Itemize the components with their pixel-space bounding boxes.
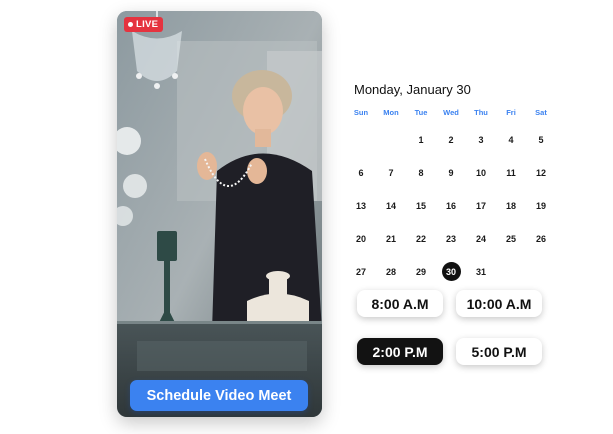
calendar-day-number: 6 xyxy=(358,167,364,178)
calendar-day[interactable]: 8 xyxy=(406,156,436,189)
calendar-day[interactable]: 3 xyxy=(466,123,496,156)
weekday-label: Thu xyxy=(474,108,488,117)
calendar-day[interactable]: 17 xyxy=(466,189,496,222)
calendar-day-number: 13 xyxy=(355,200,366,211)
weekday-label: Tue xyxy=(414,108,428,117)
calendar-day[interactable]: 5 xyxy=(526,123,556,156)
calendar-day-number: 12 xyxy=(535,167,546,178)
calendar-day-number: 24 xyxy=(475,233,486,244)
calendar-day-number: 3 xyxy=(478,134,484,145)
calendar-day[interactable]: 16 xyxy=(436,189,466,222)
calendar-day[interactable]: 6 xyxy=(346,156,376,189)
calendar-day[interactable]: 25 xyxy=(496,222,526,255)
calendar-day-number: 19 xyxy=(535,200,546,211)
calendar-empty-cell xyxy=(376,123,406,156)
calendar-day-number: 31 xyxy=(475,266,486,277)
calendar-day[interactable]: 26 xyxy=(526,222,556,255)
calendar-day[interactable]: 9 xyxy=(436,156,466,189)
time-slot-button[interactable]: 2:00 P.M xyxy=(357,338,443,365)
calendar-day[interactable]: 23 xyxy=(436,222,466,255)
live-label: LIVE xyxy=(136,19,159,30)
weekday-label: Wed xyxy=(443,108,459,117)
calendar-day[interactable]: 29 xyxy=(406,255,436,288)
calendar-day[interactable]: 11 xyxy=(496,156,526,189)
weekday-header: Sun Mon Tue Wed Thu Fri Sat xyxy=(346,108,556,117)
calendar-day-number: 7 xyxy=(388,167,394,178)
calendar-day[interactable]: 1 xyxy=(406,123,436,156)
calendar-day-number: 15 xyxy=(415,200,426,211)
calendar-day-number: 28 xyxy=(385,266,396,277)
calendar-day-number: 22 xyxy=(415,233,426,244)
calendar-day[interactable]: 27 xyxy=(346,255,376,288)
calendar-day[interactable]: 10 xyxy=(466,156,496,189)
calendar-day[interactable]: 28 xyxy=(376,255,406,288)
calendar-day-number: 9 xyxy=(448,167,454,178)
calendar-day-number: 16 xyxy=(445,200,456,211)
calendar-day[interactable]: 31 xyxy=(466,255,496,288)
calendar-day-number: 2 xyxy=(448,134,454,145)
calendar-day[interactable]: 14 xyxy=(376,189,406,222)
calendar-grid: 1 2 3 4 5 6 7 8 9 10 11 12 13 14 15 16 17 18 19 20 21 22 23 24 2… xyxy=(346,123,556,288)
time-slot-button[interactable]: 5:00 P.M xyxy=(456,338,542,365)
calendar-day-number: 1 xyxy=(418,134,424,145)
time-slot-button[interactable]: 10:00 A.M xyxy=(456,290,542,317)
calendar-day-number: 5 xyxy=(538,134,544,145)
calendar-day[interactable]: 21 xyxy=(376,222,406,255)
calendar-day[interactable]: 24 xyxy=(466,222,496,255)
time-slot-button[interactable]: 8:00 A.M xyxy=(357,290,443,317)
weekday-label: Fri xyxy=(506,108,516,117)
calendar-day-number: 4 xyxy=(508,134,514,145)
calendar-day-number: 18 xyxy=(505,200,516,211)
calendar-empty-cell xyxy=(346,123,376,156)
weekday-label: Sun xyxy=(353,108,369,117)
calendar-day-number: 29 xyxy=(415,266,426,277)
calendar-day-selected[interactable]: 30 xyxy=(436,255,466,288)
calendar-day-number: 21 xyxy=(385,233,396,244)
weekday-label: Mon xyxy=(383,108,399,117)
calendar-day-number: 20 xyxy=(355,233,366,244)
calendar-day-number: 17 xyxy=(475,200,486,211)
calendar-day[interactable]: 18 xyxy=(496,189,526,222)
live-badge: LIVE xyxy=(124,17,164,32)
calendar-day-number: 8 xyxy=(418,167,424,178)
video-frame-image xyxy=(117,11,322,417)
calendar-day[interactable]: 15 xyxy=(406,189,436,222)
weekday-label: Sat xyxy=(535,108,547,117)
calendar-day[interactable]: 12 xyxy=(526,156,556,189)
calendar-day[interactable]: 13 xyxy=(346,189,376,222)
calendar-day-number: 30 xyxy=(441,262,461,281)
calendar-day[interactable]: 4 xyxy=(496,123,526,156)
calendar-day-number: 26 xyxy=(535,233,546,244)
calendar-title: Monday, January 30 xyxy=(354,82,471,97)
calendar-day[interactable]: 2 xyxy=(436,123,466,156)
calendar-day[interactable]: 7 xyxy=(376,156,406,189)
calendar-day-number: 27 xyxy=(355,266,366,277)
calendar-day-number: 10 xyxy=(475,167,486,178)
calendar-day-number: 14 xyxy=(385,200,396,211)
calendar-day-number: 23 xyxy=(445,233,456,244)
calendar-day-number: 25 xyxy=(505,233,516,244)
live-dot-icon xyxy=(128,22,133,27)
calendar-day-number: 11 xyxy=(506,167,516,178)
calendar-day[interactable]: 19 xyxy=(526,189,556,222)
calendar-day[interactable]: 20 xyxy=(346,222,376,255)
schedule-video-meet-button[interactable]: Schedule Video Meet xyxy=(130,380,308,411)
live-video-card[interactable]: LIVE Schedule Video Meet xyxy=(117,11,322,417)
calendar-day[interactable]: 22 xyxy=(406,222,436,255)
